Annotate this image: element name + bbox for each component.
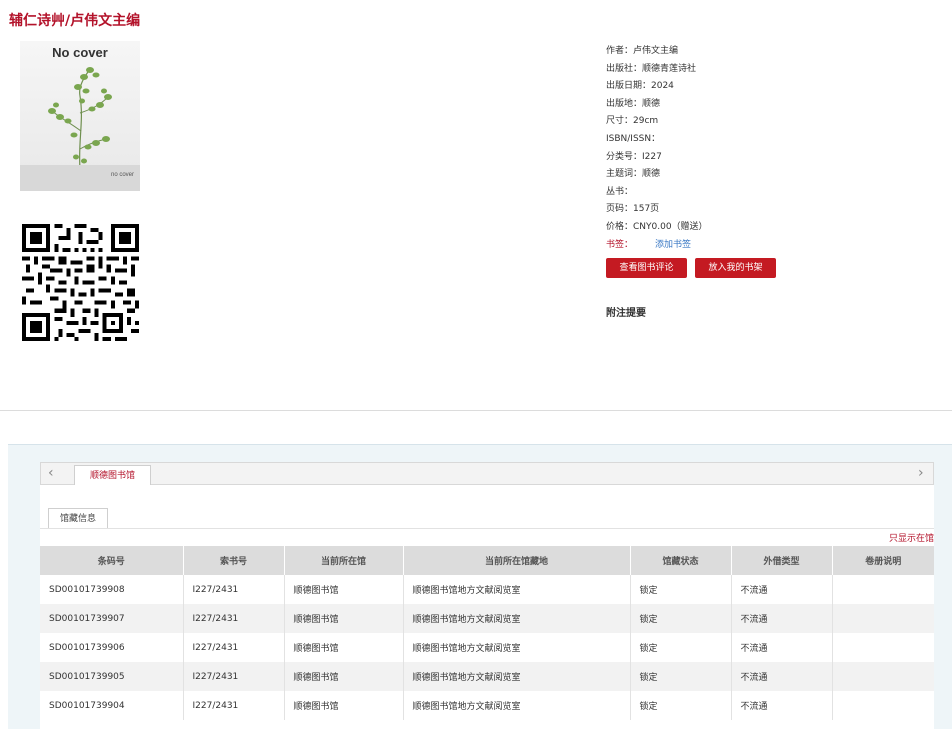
cell-status: 锁定 <box>630 691 732 720</box>
col-loan-type: 外借类型 <box>731 546 833 575</box>
table-header-row: 条码号 索书号 当前所在馆 当前所在馆藏地 馆藏状态 外借类型 卷册说明 <box>40 546 934 575</box>
cell-volume-note <box>832 691 934 720</box>
book-metadata: 作者：卢伟文主编 出版社：顺德青莲诗社 出版日期：2024 出版地：顺德 尺寸：… <box>606 43 708 254</box>
cell-library: 顺德图书馆 <box>284 662 404 691</box>
meta-pub-place: 出版地：顺德 <box>606 98 661 109</box>
cell-status: 锁定 <box>630 575 732 604</box>
cell-call-number: I227/2431 <box>183 575 285 604</box>
cell-status: 锁定 <box>630 604 732 633</box>
tab-shunde-library[interactable]: 顺德图书馆 <box>74 465 151 485</box>
meta-series: 丛书： <box>606 186 634 197</box>
cell-location: 顺德图书馆地方文献阅览室 <box>403 575 631 604</box>
cell-status: 锁定 <box>630 662 732 691</box>
cell-loan-type: 不流通 <box>731 662 833 691</box>
cell-call-number: I227/2431 <box>183 604 285 633</box>
tab-scroll-left-icon[interactable]: ‹ <box>48 463 54 484</box>
library-tab-bar <box>40 462 934 485</box>
meta-author: 作者：卢伟文主编 <box>606 46 679 56</box>
cell-volume-note <box>832 633 934 662</box>
cell-volume-note <box>832 575 934 604</box>
cell-location: 顺德图书馆地方文献阅览室 <box>403 633 631 662</box>
col-status: 馆藏状态 <box>630 546 732 575</box>
tab-holdings-info[interactable]: 馆藏信息 <box>48 508 108 528</box>
col-current-library: 当前所在馆 <box>284 546 404 575</box>
table-row: SD00101739904 I227/2431 顺德图书馆 顺德图书馆地方文献阅… <box>40 691 934 720</box>
cover-bottom-text: no cover <box>110 172 134 178</box>
col-barcode: 条码号 <box>40 546 184 575</box>
cell-call-number: I227/2431 <box>183 633 285 662</box>
book-responsibility: 卢伟文主编 <box>70 13 141 29</box>
show-available-only-link[interactable]: 只显示在馆 <box>889 531 934 544</box>
meta-pub-date: 出版日期：2024 <box>606 81 674 92</box>
holdings-table: 条码号 索书号 当前所在馆 当前所在馆藏地 馆藏状态 外借类型 卷册说明 SD0… <box>40 546 934 720</box>
add-bookmark-link[interactable]: 添加书签 <box>655 240 691 250</box>
section-divider <box>0 410 952 411</box>
book-title: 辅仁诗艸/卢伟文主编 <box>9 10 140 30</box>
cell-library: 顺德图书馆 <box>284 604 404 633</box>
cell-loan-type: 不流通 <box>731 575 833 604</box>
cell-library: 顺德图书馆 <box>284 691 404 720</box>
plant-illustration-icon <box>48 67 112 170</box>
cell-library: 顺德图书馆 <box>284 633 404 662</box>
cover-bottom-strip <box>20 165 140 191</box>
book-title-text: 辅仁诗艸 <box>9 13 65 29</box>
cell-barcode: SD00101739905 <box>40 662 184 691</box>
meta-class-no: 分类号：I227 <box>606 151 662 162</box>
cell-call-number: I227/2431 <box>183 691 285 720</box>
col-current-location: 当前所在馆藏地 <box>403 546 631 575</box>
cell-location: 顺德图书馆地方文献阅览室 <box>403 662 631 691</box>
cell-barcode: SD00101739907 <box>40 604 184 633</box>
table-row: SD00101739908 I227/2431 顺德图书馆 顺德图书馆地方文献阅… <box>40 575 934 604</box>
col-call-number: 索书号 <box>183 546 285 575</box>
cell-status: 锁定 <box>630 633 732 662</box>
cell-location: 顺德图书馆地方文献阅览室 <box>403 604 631 633</box>
meta-isbn: ISBN/ISSN： <box>606 133 661 144</box>
meta-size: 尺寸：29cm <box>606 116 659 127</box>
bookmark-label: 书签： <box>606 239 634 250</box>
table-row: SD00101739907 I227/2431 顺德图书馆 顺德图书馆地方文献阅… <box>40 604 934 633</box>
cell-location: 顺德图书馆地方文献阅览室 <box>403 691 631 720</box>
book-cover: No cover no cover <box>20 41 140 191</box>
notes-heading: 附注提要 <box>606 308 646 319</box>
col-volume-note: 卷册说明 <box>832 546 934 575</box>
meta-publisher: 出版社：顺德青莲诗社 <box>606 63 697 74</box>
add-to-shelf-button[interactable]: 放入我的书架 <box>695 258 776 278</box>
cell-barcode: SD00101739908 <box>40 575 184 604</box>
subtab-underline <box>40 528 934 529</box>
meta-pages: 页码：157页 <box>606 204 660 215</box>
meta-price: 价格：CNY0.00（赠送） <box>606 221 708 232</box>
cell-barcode: SD00101739904 <box>40 691 184 720</box>
cell-volume-note <box>832 604 934 633</box>
meta-bookmark-row: 书签： 添加书签 <box>606 237 708 255</box>
cell-loan-type: 不流通 <box>731 604 833 633</box>
cell-call-number: I227/2431 <box>183 662 285 691</box>
meta-subject: 主题词：顺德 <box>606 169 661 180</box>
view-reviews-button[interactable]: 查看图书评论 <box>606 258 687 278</box>
table-row: SD00101739905 I227/2431 顺德图书馆 顺德图书馆地方文献阅… <box>40 662 934 691</box>
tab-scroll-right-icon[interactable]: › <box>918 463 924 484</box>
cover-top-text: No cover <box>52 45 108 60</box>
cell-volume-note <box>832 662 934 691</box>
qr-code-icon <box>22 224 139 341</box>
table-row: SD00101739906 I227/2431 顺德图书馆 顺德图书馆地方文献阅… <box>40 633 934 662</box>
cell-barcode: SD00101739906 <box>40 633 184 662</box>
cell-library: 顺德图书馆 <box>284 575 404 604</box>
cell-loan-type: 不流通 <box>731 691 833 720</box>
cell-loan-type: 不流通 <box>731 633 833 662</box>
